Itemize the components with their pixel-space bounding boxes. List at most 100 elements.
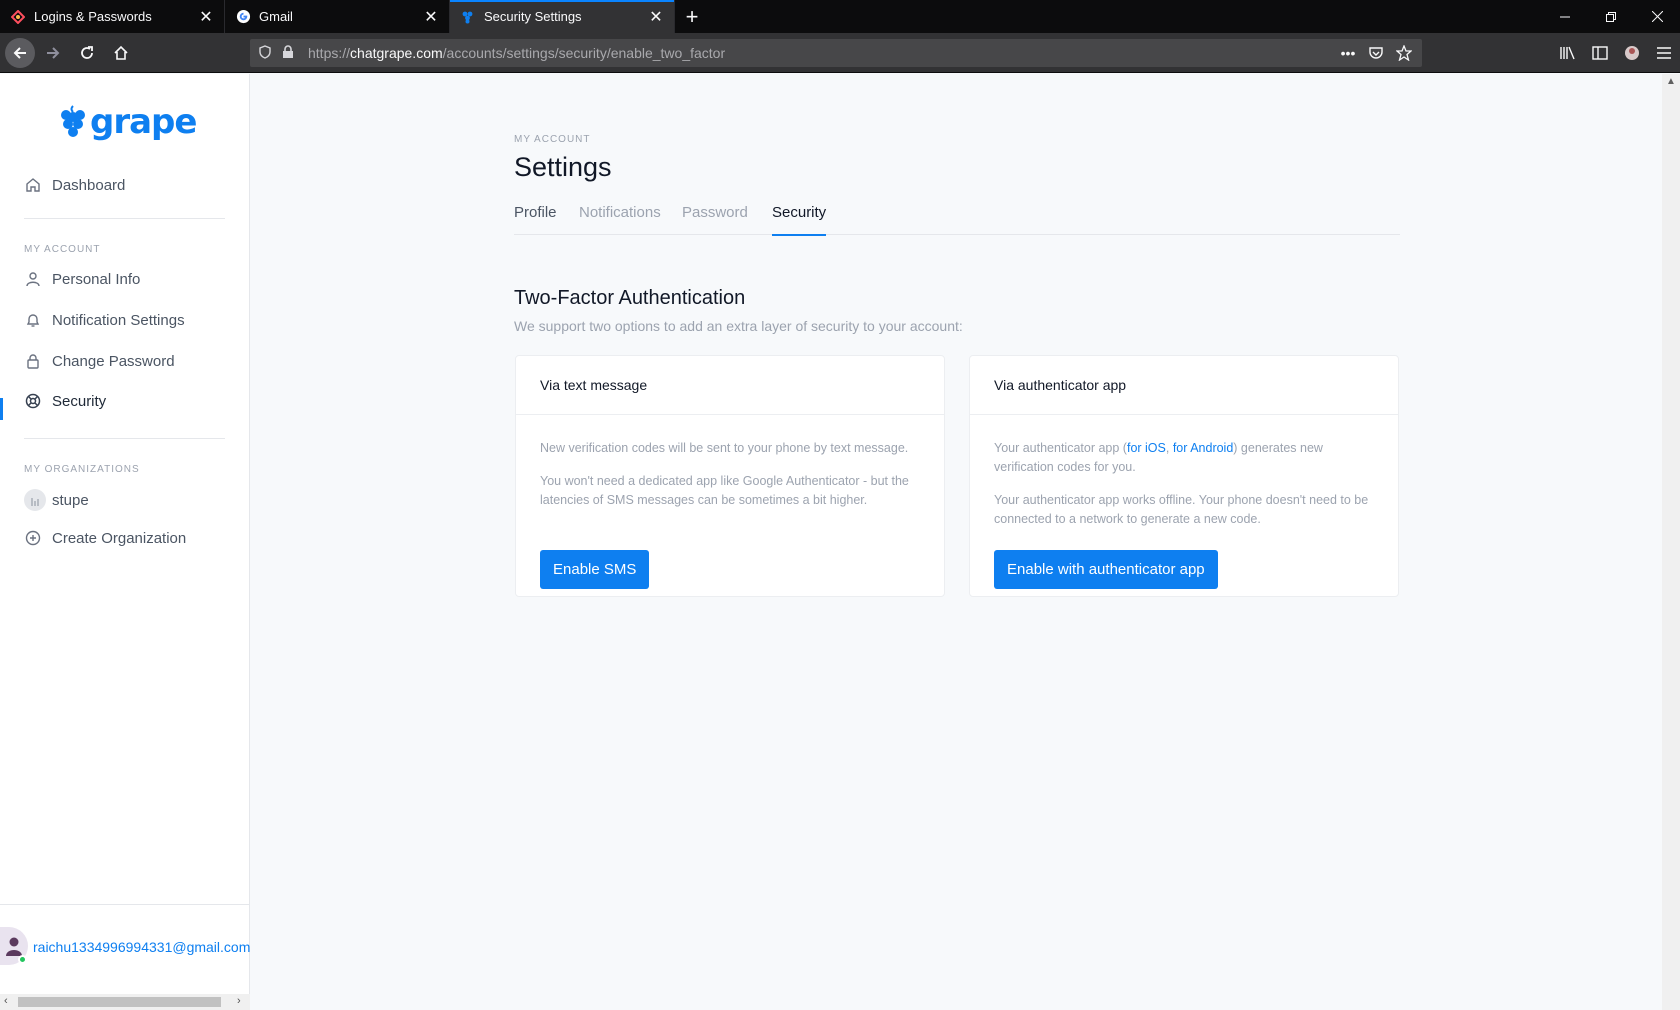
logo-text: grape [90,102,197,142]
sidebar-item-label: Security [52,392,107,410]
google-icon [235,9,251,25]
user-email-link[interactable]: raichu1334996994331@gmail.com [33,939,250,955]
scroll-up-icon[interactable]: ▲ [1666,76,1676,87]
sidebar-item-label: Create Organization [52,529,187,547]
sidebar-toggle-icon[interactable] [1584,37,1616,69]
user-profile-footer[interactable]: raichu1334996994331@gmail.com [0,904,250,966]
sms-option-card: Via text message New verification codes … [515,355,945,597]
sidebar-item-create-organization[interactable]: Create Organization [24,529,186,547]
sidebar-item-personal-info[interactable]: Personal Info [24,270,140,288]
user-silhouette-icon [6,937,22,956]
horizontal-scrollbar[interactable]: ‹ › [0,994,250,1010]
browser-tab-security-settings[interactable]: Security Settings ✕ [450,0,675,33]
browser-toolbar: https://chatgrape.com/accounts/settings/… [0,33,1680,73]
close-icon[interactable]: ✕ [648,9,664,26]
sidebar-section-my-account: MY ACCOUNT [24,244,101,255]
sidebar-item-label: Dashboard [52,176,126,194]
tab-notifications[interactable]: Notifications [579,204,661,235]
tab-title: Security Settings [484,9,582,24]
card-title: Via text message [516,356,944,415]
lifebuoy-icon [24,392,42,410]
section-title: Two-Factor Authentication [514,287,746,309]
close-window-icon[interactable] [1634,0,1680,33]
sidebar-divider [24,218,225,219]
user-icon [24,270,42,288]
address-bar[interactable]: https://chatgrape.com/accounts/settings/… [250,39,1422,67]
scrollbar-thumb[interactable] [18,997,221,1007]
padlock-icon[interactable] [282,44,294,62]
ios-app-link[interactable]: for iOS [1127,441,1166,455]
account-avatar-icon[interactable] [1616,37,1648,69]
active-indicator [0,398,3,420]
sidebar-item-org-stupe[interactable]: stupe [24,489,89,511]
library-icon[interactable] [1552,37,1584,69]
sidebar-item-label: stupe [52,491,89,509]
section-subtitle: We support two options to add an extra l… [514,318,963,334]
online-status-icon [18,955,27,964]
page-actions-icon[interactable]: ••• [1338,43,1358,63]
bookmark-star-icon[interactable] [1394,43,1414,63]
main-content: MY ACCOUNT Settings Profile Notification… [251,74,1662,1010]
scroll-right-icon[interactable]: › [237,995,241,1007]
url-host: chatgrape.com [350,45,443,61]
card-body: Your authenticator app (for iOS, for And… [970,415,1398,529]
vertical-scrollbar[interactable]: ▲ [1662,74,1680,1010]
text-fragment: , [1165,441,1173,455]
organization-avatar-icon [24,489,46,511]
plus-circle-icon [24,529,42,547]
close-icon[interactable]: ✕ [198,9,214,26]
enable-authenticator-button[interactable]: Enable with authenticator app [994,550,1218,589]
url-protocol: https:// [308,45,351,61]
text-fragment: Your authenticator app ( [994,441,1127,455]
tab-title: Logins & Passwords [34,9,152,24]
tab-profile[interactable]: Profile [514,204,557,235]
grape-logo-icon [61,105,85,137]
lockwise-icon [10,9,26,25]
home-icon[interactable] [105,37,137,69]
pocket-icon[interactable] [1366,43,1386,63]
home-icon [24,176,42,194]
android-app-link[interactable]: for Android [1173,441,1233,455]
back-arrow-icon[interactable] [5,37,35,68]
enable-sms-button[interactable]: Enable SMS [540,550,650,589]
bell-icon [24,311,42,329]
sidebar-item-label: Personal Info [52,270,141,288]
sidebar-item-notification-settings[interactable]: Notification Settings [24,311,185,329]
url-path: /accounts/settings/security/enable_two_f… [442,45,726,61]
sidebar-item-change-password[interactable]: Change Password [24,352,175,370]
restore-icon[interactable] [1588,0,1634,33]
tab-security[interactable]: Security [772,204,827,236]
tab-password[interactable]: Password [682,204,748,235]
grape-icon [460,9,476,25]
new-tab-button[interactable]: + [675,0,709,33]
browser-tab-strip: Logins & Passwords ✕ Gmail ✕ Security Se… [0,0,1680,33]
sidebar-divider [24,438,225,439]
card-paragraph: New verification codes will be sent to y… [540,441,909,455]
tracking-shield-icon[interactable] [258,44,272,62]
tab-title: Gmail [259,9,293,24]
close-icon[interactable]: ✕ [423,9,439,26]
card-paragraph: Your authenticator app (for iOS, for And… [994,439,1374,477]
sidebar-item-dashboard[interactable]: Dashboard [24,176,125,194]
card-paragraph: Your authenticator app works offline. Yo… [994,493,1369,526]
sidebar-item-security[interactable]: Security [24,392,106,410]
page-eyebrow: MY ACCOUNT [514,134,591,145]
hamburger-menu-icon[interactable] [1648,37,1680,69]
grape-logo[interactable]: grape [58,102,197,142]
page-title: Settings [514,152,612,182]
sidebar-item-label: Notification Settings [52,311,185,329]
browser-tab-gmail[interactable]: Gmail ✕ [225,0,450,33]
reload-icon[interactable] [71,37,103,69]
lock-icon [24,352,42,370]
url-text: https://chatgrape.com/accounts/settings/… [308,45,725,61]
browser-tab-logins[interactable]: Logins & Passwords ✕ [0,0,225,33]
scroll-left-icon[interactable]: ‹ [4,995,8,1007]
minimize-icon[interactable] [1542,0,1588,33]
authenticator-option-card: Via authenticator app Your authenticator… [969,355,1399,597]
settings-tabs: Profile Notifications Password Security [514,204,1400,236]
card-title: Via authenticator app [970,356,1398,415]
sidebar-item-label: Change Password [52,352,175,370]
sidebar-section-my-organizations: MY ORGANIZATIONS [24,464,140,475]
forward-arrow-icon[interactable] [37,37,69,69]
card-body: New verification codes will be sent to y… [516,415,944,510]
